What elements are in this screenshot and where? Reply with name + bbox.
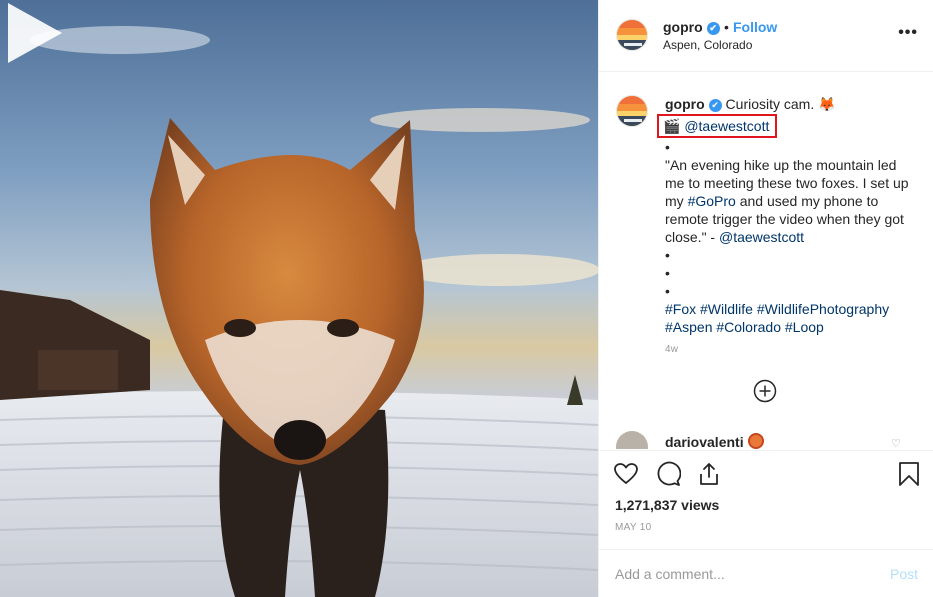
- hashtag-link[interactable]: #WildlifePhotography: [757, 301, 889, 317]
- commenter-avatar[interactable]: [616, 431, 648, 449]
- comment-row: dariovalenti: [665, 433, 764, 449]
- comment-like-icon[interactable]: ♡: [891, 437, 901, 449]
- post-location[interactable]: Aspen, Colorado: [663, 38, 752, 52]
- caption-avatar[interactable]: [616, 95, 648, 127]
- post-date[interactable]: MAY 10: [615, 522, 651, 533]
- bullet: •: [665, 139, 670, 155]
- hashtag-link[interactable]: #Wildlife: [700, 301, 753, 317]
- bookmark-icon[interactable]: [896, 461, 922, 487]
- mention-link-2[interactable]: @taewestcott: [719, 229, 804, 245]
- hashtag-gopro-link[interactable]: #GoPro: [688, 193, 736, 209]
- separator-dot: •: [724, 19, 729, 35]
- share-icon[interactable]: [696, 461, 722, 487]
- mention-highlight-box: 🎬 @taewestcott: [657, 114, 778, 138]
- fox-video-frame: [0, 26, 598, 597]
- post-caption: gopro ✔ Curiosity cam. 🦊 🎬 @taewestcott •…: [657, 95, 915, 336]
- post-author-username[interactable]: gopro ✔: [663, 19, 720, 35]
- post-comment-button[interactable]: Post: [890, 566, 918, 582]
- caption-username[interactable]: gopro: [665, 96, 705, 112]
- gopro-logo-icon: [617, 96, 647, 126]
- verified-badge-icon: ✔: [708, 99, 722, 112]
- commenter-username[interactable]: dariovalenti: [665, 434, 744, 449]
- post-header: gopro ✔ • Follow Aspen, Colorado •••: [599, 0, 933, 72]
- bullet: •: [665, 283, 670, 299]
- hashtag-link[interactable]: #Aspen: [665, 319, 712, 335]
- bullet: •: [665, 247, 670, 263]
- hashtag-link[interactable]: #Colorado: [716, 319, 781, 335]
- post-actions: 1,271,837 views MAY 10: [599, 450, 933, 540]
- emoji-icon: [747, 433, 764, 449]
- gopro-logo-icon: [617, 20, 647, 50]
- comment-input[interactable]: [615, 562, 875, 586]
- verified-badge-icon: ✔: [706, 22, 720, 35]
- mention-link[interactable]: @taewestcott: [684, 118, 769, 134]
- bullet: •: [665, 265, 670, 281]
- post-sidebar: gopro ✔ • Follow Aspen, Colorado ••• gopr…: [598, 0, 933, 597]
- clapper-emoji: 🎬: [663, 118, 681, 134]
- follow-button[interactable]: Follow: [733, 19, 777, 35]
- caption-intro: Curiosity cam. 🦊: [725, 96, 836, 112]
- gopro-avatar[interactable]: [616, 19, 648, 51]
- load-more-comments-icon[interactable]: [753, 379, 777, 403]
- post-media-video[interactable]: [0, 0, 598, 597]
- hashtag-link[interactable]: #Loop: [785, 319, 824, 335]
- caption-time-ago[interactable]: 4w: [665, 344, 678, 355]
- add-comment-bar: Post: [599, 549, 933, 597]
- view-count[interactable]: 1,271,837 views: [615, 497, 719, 513]
- comment-icon[interactable]: [655, 461, 681, 487]
- play-icon[interactable]: [0, 0, 66, 66]
- more-options-icon[interactable]: •••: [898, 24, 918, 42]
- hashtag-link[interactable]: #Fox: [665, 301, 696, 317]
- author-name[interactable]: gopro: [663, 19, 703, 35]
- comments-section[interactable]: gopro ✔ Curiosity cam. 🦊 🎬 @taewestcott •…: [599, 73, 933, 449]
- heart-icon[interactable]: [613, 461, 639, 487]
